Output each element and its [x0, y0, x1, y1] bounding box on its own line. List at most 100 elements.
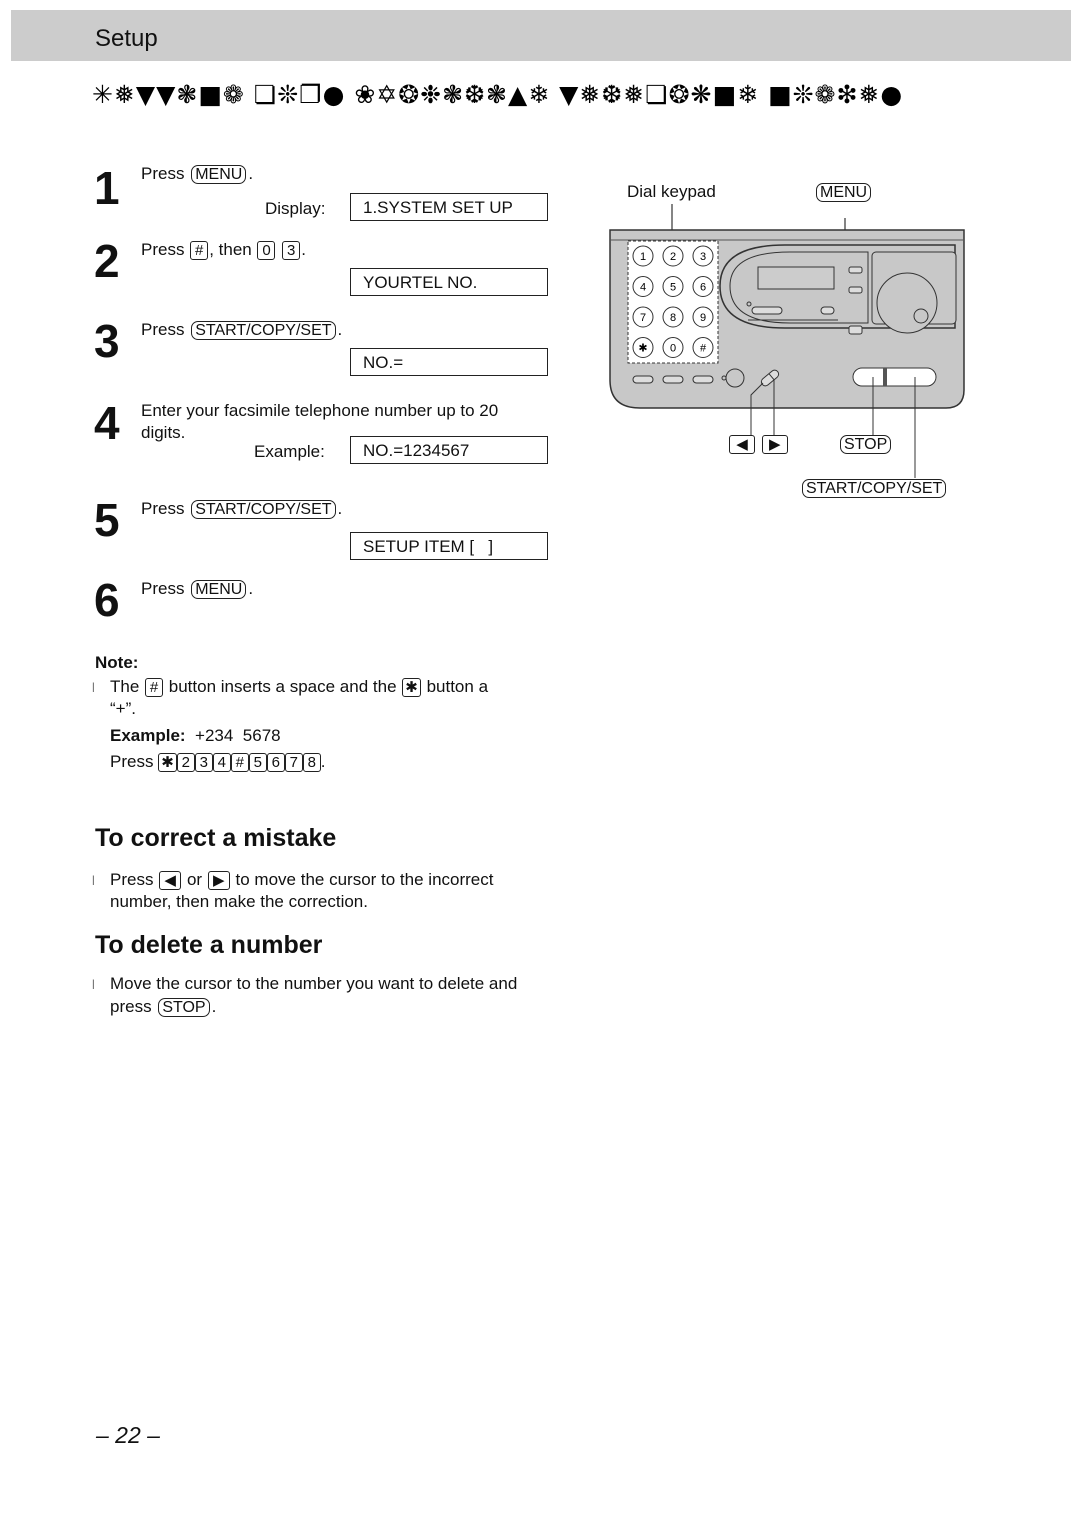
dial-knob — [876, 272, 938, 334]
stop-key: STOP — [158, 998, 210, 1017]
lcd-display: NO.= — [350, 348, 548, 376]
keypad-label: 9 — [700, 312, 706, 324]
note-heading: Note: — [95, 653, 139, 672]
then-label: , then — [209, 240, 252, 259]
step-text: Enter your facsimile telephone number up… — [141, 401, 499, 420]
keypad-label: 5 — [670, 282, 676, 294]
sequence-key: 4 — [212, 753, 231, 772]
press-label: Press — [141, 499, 185, 518]
keypad-label: 1 — [640, 251, 646, 263]
press-label: Press — [110, 870, 154, 889]
section-heading-delete: To delete a number — [95, 931, 323, 959]
step-instruction: Press MENU. — [141, 579, 254, 599]
left-arrow-key: ◀ — [729, 435, 755, 454]
start-copy-set-callout: START/COPY/SET — [802, 479, 947, 498]
press-label: Press — [141, 320, 185, 339]
sequence-key: 6 — [266, 753, 285, 772]
section-heading-correct: To correct a mistake — [95, 824, 337, 852]
note-text-part: The — [110, 677, 140, 696]
keypad-label: 8 — [670, 312, 676, 324]
keypad-label: 6 — [700, 282, 706, 294]
bullet-icon: | — [92, 875, 95, 886]
lcd-display: 1.SYSTEM SET UP — [350, 193, 548, 221]
example-label: Example: — [110, 726, 186, 745]
keypad-label: ✱ — [638, 343, 647, 355]
example-value: +234 5678 — [195, 726, 281, 745]
example-press-line: Press ✱ 2 3 4 #5 6 7 8. — [110, 752, 326, 772]
stop-start-buttons — [852, 367, 937, 387]
keypad-label: 0 — [670, 343, 676, 355]
sequence-key: ✱ — [158, 753, 177, 772]
panel-button — [848, 266, 863, 274]
menu-key: MENU — [191, 580, 247, 599]
note-text: “+”. — [110, 699, 136, 718]
keypad-label: 3 — [700, 251, 706, 263]
example-label: Example: — [254, 442, 325, 461]
step-number: 3 — [94, 315, 120, 367]
delete-text: press STOP. — [110, 997, 217, 1017]
lcd-screen — [757, 266, 835, 290]
right-arrow-key: ▶ — [761, 435, 788, 454]
example-line: Example: +234 5678 — [110, 726, 281, 746]
correct-text: number, then make the correction. — [110, 892, 368, 911]
panel-button — [848, 325, 863, 335]
keypad-label: 4 — [640, 282, 646, 294]
correct-text: Press ◀ or ▶ to move the cursor to the i… — [110, 870, 493, 890]
keypad-label: 7 — [640, 312, 646, 324]
step-instruction: Press MENU. — [141, 164, 254, 184]
press-label: Press — [141, 164, 185, 183]
lcd-display: YOURTEL NO. — [350, 268, 548, 296]
sequence-key: 2 — [176, 753, 195, 772]
press-label: Press — [110, 752, 154, 771]
sequence-key: # — [230, 753, 249, 772]
start-copy-set-key: START/COPY/SET — [191, 500, 336, 519]
section-title: Setup — [95, 25, 158, 52]
lcd-display: SETUP ITEM [ ] — [350, 532, 548, 560]
step-number: 2 — [94, 235, 120, 287]
hash-key: # — [190, 241, 209, 260]
step-instruction: Press START/COPY/SET. — [141, 499, 343, 519]
menu-key: MENU — [191, 165, 247, 184]
dial-keypad-label: Dial keypad — [627, 182, 716, 201]
correct-text-part: to move the cursor to the incorrect — [235, 870, 494, 889]
step-number: 6 — [94, 574, 120, 626]
hash-key: # — [145, 678, 164, 697]
step-number: 4 — [94, 397, 120, 449]
bullet-icon: | — [92, 979, 95, 990]
sequence-key: 8 — [302, 753, 321, 772]
left-arrow-key: ◀ — [159, 871, 182, 890]
delete-text: Move the cursor to the number you want t… — [110, 974, 518, 993]
start-copy-set-key: START/COPY/SET — [191, 321, 336, 340]
note-text-part: button inserts a space and the — [168, 677, 397, 696]
note-text-part: button a — [426, 677, 489, 696]
step-instruction: Press START/COPY/SET. — [141, 320, 343, 340]
lcd-display: NO.=1234567 — [350, 436, 548, 464]
section-header: Setup — [11, 10, 1071, 61]
step-number: 5 — [94, 494, 120, 546]
press-label: Press — [141, 579, 185, 598]
bullet-icon: | — [92, 682, 95, 693]
arrow-keys: ◀ ▶ — [728, 434, 789, 454]
note-text: The # button inserts a space and the ✱ b… — [110, 677, 488, 697]
press-label: press — [110, 997, 152, 1016]
page-number: – 22 – — [96, 1422, 160, 1448]
or-label: or — [186, 870, 203, 889]
display-label: Display: — [265, 199, 326, 218]
sequence-key: 3 — [194, 753, 213, 772]
menu-button — [848, 286, 863, 294]
sequence-key: 5 — [248, 753, 267, 772]
key-sequence: ✱ 2 3 4 #5 6 7 8 — [158, 752, 321, 772]
keypad-label: 2 — [670, 251, 676, 263]
page-title: ✳❅▼▼❃■❁ ❏❊❐● ❀✡❂❉❃❆❃▲❄ ▼❅❆❅❏❂❋■❄ ■❊❁❇❅● — [92, 80, 904, 109]
stop-callout: STOP — [840, 435, 892, 454]
right-arrow-key: ▶ — [207, 871, 230, 890]
step-instruction: Press #, then 0 3. — [141, 240, 306, 260]
step-text: digits. — [141, 423, 186, 442]
keypad-label: # — [700, 343, 707, 355]
star-key: ✱ — [402, 678, 421, 697]
sequence-key: 7 — [284, 753, 303, 772]
step-number: 1 — [94, 162, 120, 214]
digit-key: 3 — [282, 241, 301, 260]
press-label: Press — [141, 240, 185, 259]
digit-key: 0 — [257, 241, 276, 260]
